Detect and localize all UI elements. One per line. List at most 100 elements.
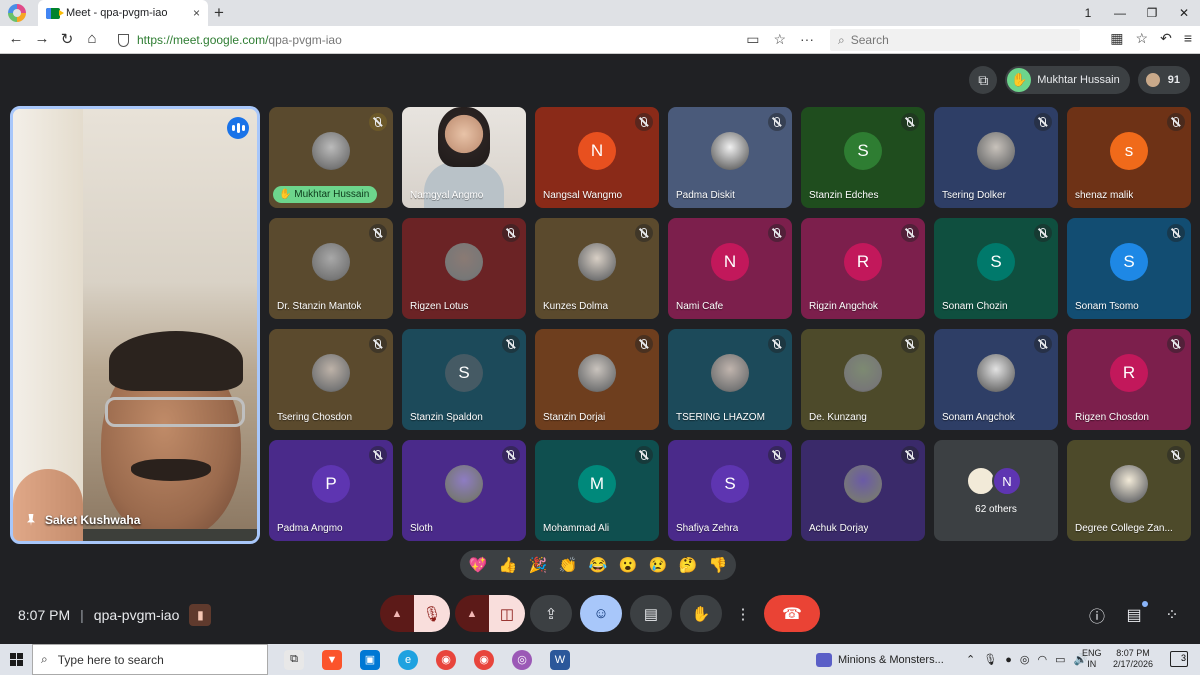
store-icon[interactable]: ▣ — [360, 649, 380, 670]
camera-options-chevron-icon[interactable]: ▲ — [455, 595, 489, 632]
participant-tile[interactable]: Dr. Stanzin Mantok — [269, 218, 393, 319]
minimize-icon[interactable]: — — [1104, 6, 1136, 20]
forward-icon[interactable]: → — [32, 30, 52, 47]
participant-tile[interactable]: S Sonam Chozin — [934, 218, 1058, 319]
reaction-emoji[interactable]: 😂 — [588, 556, 608, 574]
participant-tile[interactable]: Sonam Angchok — [934, 329, 1058, 430]
participant-tile[interactable]: Kunzes Dolma — [535, 218, 659, 319]
leave-call-button[interactable]: ☎ — [764, 595, 820, 632]
participant-tile[interactable]: Namgyal Angmo — [402, 107, 526, 208]
start-button[interactable] — [0, 653, 32, 666]
battery-icon[interactable]: ▭ — [1055, 653, 1065, 666]
edge-icon[interactable]: e — [398, 649, 418, 670]
arc-browser-icon[interactable]: ◎ — [512, 649, 532, 670]
participant-tile[interactable]: Tsering Dolker — [934, 107, 1058, 208]
participant-tile[interactable]: S Shafiya Zehra — [668, 440, 792, 541]
restore-icon[interactable]: ❐ — [1136, 6, 1168, 20]
reaction-emoji[interactable]: 🤔 — [678, 556, 698, 574]
more-options-button[interactable]: ⋮ — [730, 595, 756, 632]
reaction-emoji[interactable]: 👏 — [558, 556, 578, 574]
participant-tile[interactable]: R Rigzen Chosdon — [1067, 329, 1191, 430]
participant-tile[interactable]: Degree College Zan... — [1067, 440, 1191, 541]
tab-count-icon[interactable]: 1 — [1072, 6, 1104, 20]
participant-tile[interactable]: S Sonam Tsomo — [1067, 218, 1191, 319]
participant-tile[interactable]: ✋ Mukhtar Hussain — [269, 107, 393, 208]
activities-icon[interactable]: ⁘ — [1160, 603, 1184, 627]
participant-tile[interactable]: M Mohammad Ali — [535, 440, 659, 541]
change-layout-icon[interactable]: ⧉ — [969, 66, 998, 94]
menu-icon[interactable]: ≡ — [1184, 30, 1192, 47]
raise-hand-button[interactable]: ✋ — [680, 595, 722, 632]
address-bar[interactable]: https://meet.google.com/qpa-pvgm-iao ▭ ☆… — [112, 29, 820, 51]
word-icon[interactable]: W — [550, 649, 570, 670]
participants-button[interactable]: 91 — [1137, 66, 1190, 94]
task-view-icon[interactable]: ⧉ — [284, 649, 304, 670]
new-tab-button[interactable]: + — [214, 3, 224, 23]
participant-tile[interactable]: Rigzen Lotus — [402, 218, 526, 319]
participant-tile[interactable]: De. Kunzang — [801, 329, 925, 430]
chrome-icon[interactable]: ◉ — [436, 649, 456, 670]
location-icon[interactable]: ◎ — [1020, 653, 1030, 666]
present-screen-button[interactable]: ⇪ — [530, 595, 572, 632]
brave-browser-icon[interactable]: ▼ — [322, 649, 342, 670]
wifi-icon[interactable]: ◠ — [1037, 653, 1047, 666]
main-speaker-tile[interactable]: Saket Kushwaha — [10, 106, 260, 544]
show-hidden-icons[interactable]: ⌃ — [966, 653, 975, 666]
shield-icon[interactable] — [118, 33, 129, 47]
notifications-icon[interactable]: 3 — [1170, 651, 1188, 667]
history-back-icon[interactable]: ↶ — [1160, 30, 1172, 47]
url-text[interactable]: https://meet.google.com/qpa-pvgm-iao — [137, 33, 342, 47]
reaction-emoji[interactable]: 😢 — [648, 556, 668, 574]
reload-icon[interactable]: ↻ — [57, 30, 77, 48]
breakout-room-icon[interactable]: ▮ — [189, 604, 212, 626]
participant-tile[interactable]: N Nangsal Wangmo — [535, 107, 659, 208]
emoji-reactions-button[interactable]: ☺ — [580, 595, 622, 632]
participant-tile[interactable]: s shenaz malik — [1067, 107, 1191, 208]
close-window-icon[interactable]: ✕ — [1168, 6, 1200, 20]
more-icon[interactable]: ··· — [800, 31, 814, 48]
camera-off-button[interactable]: ◫ — [489, 595, 525, 632]
participant-tile[interactable]: S Stanzin Spaldon — [402, 329, 526, 430]
microphone-icon[interactable]: 🎙 — [983, 653, 997, 666]
participant-tile[interactable]: Achuk Dorjay — [801, 440, 925, 541]
meeting-details-icon[interactable]: ⓘ — [1085, 603, 1109, 627]
grid-icon[interactable]: ▦ — [1110, 30, 1123, 47]
participant-tile[interactable]: P Padma Angmo — [269, 440, 393, 541]
browser-search-box[interactable]: ⌕ Search — [830, 29, 1080, 51]
media-player-item[interactable]: Minions & Monsters... — [816, 644, 944, 675]
participant-tile[interactable]: Padma Diskit — [668, 107, 792, 208]
participant-tile[interactable]: Stanzin Dorjai — [535, 329, 659, 430]
mic-off-button[interactable]: 🎙 — [414, 595, 450, 632]
reaction-emoji[interactable]: 👍 — [498, 556, 518, 574]
reaction-emoji[interactable]: 😮 — [618, 556, 638, 574]
tab-meet[interactable]: Meet - qpa-pvgm-iao × — [38, 0, 208, 26]
home-icon[interactable]: ⌂ — [82, 30, 102, 47]
chrome-profile-icon[interactable]: ◉ — [474, 649, 494, 670]
vpn-icon[interactable]: ● — [1005, 654, 1012, 666]
participant-tile[interactable]: R Rigzin Angchok — [801, 218, 925, 319]
muted-mic-icon — [901, 446, 919, 464]
reaction-emoji[interactable]: 👎 — [708, 556, 728, 574]
back-icon[interactable]: ← — [6, 30, 26, 47]
screen-share-icon[interactable]: ▭ — [746, 31, 759, 48]
pin-icon[interactable] — [27, 514, 35, 526]
browser-logo-icon[interactable] — [8, 4, 26, 22]
favorites-icon[interactable]: ☆ — [1136, 30, 1149, 47]
participant-tile[interactable]: Tsering Chosdon — [269, 329, 393, 430]
participant-tile[interactable]: N 62 others — [934, 440, 1058, 541]
taskbar-search-box[interactable]: ⌕ Type here to search — [32, 644, 268, 675]
raised-hand-chip[interactable]: ✋ Mukhtar Hussain — [1005, 66, 1130, 94]
captions-button[interactable]: ▤ — [630, 595, 672, 632]
mic-options-chevron-icon[interactable]: ▲ — [380, 595, 414, 632]
reaction-emoji[interactable]: 🎉 — [528, 556, 548, 574]
reaction-emoji[interactable]: 💖 — [468, 556, 488, 574]
language-indicator[interactable]: ENG IN — [1082, 648, 1102, 670]
tab-close-icon[interactable]: × — [193, 6, 200, 20]
chat-icon[interactable]: ▤ — [1122, 601, 1148, 627]
participant-tile[interactable]: Sloth — [402, 440, 526, 541]
taskbar-clock[interactable]: 8:07 PM 2/17/2026 — [1106, 648, 1160, 670]
bookmark-star-icon[interactable]: ☆ — [773, 31, 786, 48]
participant-tile[interactable]: N Nami Cafe — [668, 218, 792, 319]
participant-tile[interactable]: TSERING LHAZOM — [668, 329, 792, 430]
participant-tile[interactable]: S Stanzin Edches — [801, 107, 925, 208]
